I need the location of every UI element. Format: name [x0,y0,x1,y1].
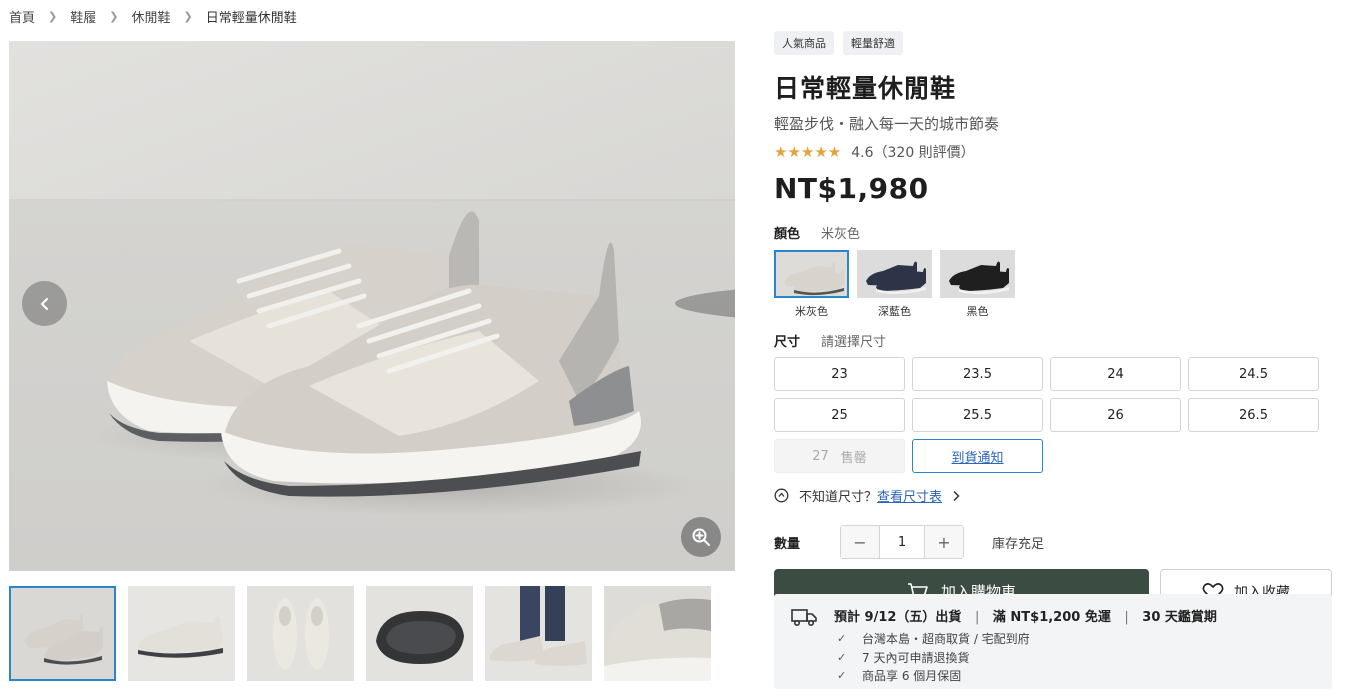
quantity-row: 數量 − 1 + 庫存充足 [774,525,1334,559]
size-option-25[interactable]: 25 [774,398,905,432]
product-tags: 人氣商品 輕量舒適 [774,31,1334,55]
shipping-eta: 預計 9/12（五）出貨 [834,610,962,625]
size-prompt: 請選擇尺寸 [821,335,887,350]
thumbnail-6[interactable] [604,586,711,681]
product-rating[interactable]: ★★★★★ 4.6（320 則評價） [774,142,1334,162]
size-option-27-soldout: 27 售罄 [774,439,905,473]
chevron-left-icon [40,297,48,310]
thumbnail-strip [9,586,711,681]
chevron-right-icon: ❯ [183,10,193,23]
free-shipping-threshold: 滿 NT$1,200 免運 [992,610,1111,625]
size-option-23-5[interactable]: 23.5 [912,357,1043,391]
thumbnail-image [485,586,592,681]
star-rating-icon: ★★★★★ [774,143,842,161]
size-option-25-5[interactable]: 25.5 [912,398,1043,432]
shipping-info-box: 預計 9/12（五）出貨 | 滿 NT$1,200 免運 | 30 天鑑賞期 ✓… [774,594,1332,689]
trial-period: 30 天鑑賞期 [1142,610,1217,625]
truck-icon [791,609,817,627]
shipping-headline: 預計 9/12（五）出貨 | 滿 NT$1,200 免運 | 30 天鑑賞期 [834,606,1217,625]
color-swatch-label: 黑色 [966,305,989,318]
shipping-point-text: 商品享 6 個月保固 [862,669,962,683]
zoom-in-icon [692,528,710,546]
breadcrumb-home[interactable]: 首頁 [9,7,35,26]
color-selected: 米灰色 [821,227,861,242]
product-price: NT$1,980 [774,172,929,205]
color-label: 顏色 [774,227,801,242]
color-swatch-image [940,250,1015,298]
thumbnail-image [247,586,354,681]
help-circle-icon [774,488,789,503]
shipping-divider: | [1124,610,1129,625]
color-options: 米灰色 深藍色 黑色 [774,250,1334,319]
thumbnail-1[interactable] [9,586,116,681]
size-option-24[interactable]: 24 [1050,357,1181,391]
breadcrumb: 首頁 ❯ 鞋履 ❯ 休閒鞋 ❯ 日常輕量休閒鞋 [9,7,297,26]
zoom-button[interactable] [681,517,721,557]
size-option-24-5[interactable]: 24.5 [1188,357,1319,391]
size-option-26[interactable]: 26 [1050,398,1181,432]
quantity-input[interactable]: 1 [879,526,925,558]
thumbnail-3[interactable] [247,586,354,681]
color-swatch-navy[interactable]: 深藍色 [857,250,932,319]
thumbnail-4[interactable] [366,586,473,681]
size-guide-prefix: 不知道尺寸？ [799,490,878,505]
quantity-label: 數量 [774,536,801,552]
list-item: ✓ 7 天內可申請退換貨 [837,649,1030,668]
chevron-right-icon: ❯ [48,10,58,23]
size-label-row: 尺寸 請選擇尺寸 [774,331,1334,350]
thumbnail-2[interactable] [128,586,235,681]
list-item: ✓ 台灣本島・超商取貨 / 宅配到府 [837,630,1030,649]
sneaker-pair-illustration [89,211,699,516]
breadcrumb-casual[interactable]: 休閒鞋 [131,7,170,26]
size-guide-row: 不知道尺寸？ 查看尺寸表 [774,486,1334,505]
rating-text: 4.6（320 則評價） [851,145,975,161]
size-chart-link[interactable]: 查看尺寸表 [877,486,942,505]
size-label: 尺寸 [774,335,801,350]
color-swatch-label: 米灰色 [795,305,828,318]
check-icon: ✓ [837,669,847,682]
color-swatch-black[interactable]: 黑色 [940,250,1015,319]
check-icon: ✓ [837,632,847,645]
size-option-23[interactable]: 23 [774,357,905,391]
prev-image-button[interactable] [22,281,67,326]
list-item: ✓ 商品享 6 個月保固 [837,667,1030,686]
color-label-row: 顏色 米灰色 [774,223,1334,242]
color-swatch-image [857,250,932,298]
size-option-26-5[interactable]: 26.5 [1188,398,1319,432]
thumbnail-image [366,586,473,681]
chevron-right-icon: ❯ [109,10,119,23]
size-grid: 23 23.5 24 24.5 25 25.5 26 26.5 27 售罄 到貨… [774,357,1334,473]
shipping-points: ✓ 台灣本島・超商取貨 / 宅配到府 ✓ 7 天內可申請退換貨 ✓ 商品享 6 個月保… [837,630,1030,686]
color-swatch-beige[interactable]: 米灰色 [774,250,849,319]
restock-notify-button[interactable]: 到貨通知 [912,439,1043,473]
tag-popular: 人氣商品 [774,31,834,55]
thumbnail-image [128,586,235,681]
quantity-stepper: − 1 + [840,525,964,559]
quantity-decrease-button[interactable]: − [841,526,879,558]
soldout-size: 27 [812,448,829,464]
product-title: 日常輕量休閒鞋 [774,74,957,103]
shipping-point-text: 台灣本島・超商取貨 / 宅配到府 [862,632,1030,646]
shipping-divider: | [974,610,980,625]
color-swatch-label: 深藍色 [878,305,911,318]
shipping-point-text: 7 天內可申請退換貨 [862,650,970,665]
thumbnail-image [9,586,116,681]
tag-lightweight: 輕量舒適 [843,31,903,55]
check-icon: ✓ [837,650,847,664]
thumbnail-image [604,586,711,681]
chevron-right-icon[interactable] [951,490,961,502]
quantity-increase-button[interactable]: + [925,526,963,558]
product-info-panel: 人氣商品 輕量舒適 日常輕量休閒鞋 輕盈步伐・融入每一天的城市節奏 ★★★★★ … [774,31,1334,614]
breadcrumb-current: 日常輕量休閒鞋 [205,11,297,26]
main-product-image[interactable] [9,41,735,571]
soldout-label: 售罄 [840,450,867,466]
breadcrumb-shoes[interactable]: 鞋履 [70,7,96,26]
thumbnail-5[interactable] [485,586,592,681]
product-subtitle: 輕盈步伐・融入每一天的城市節奏 [774,115,1000,133]
color-swatch-image [774,250,849,298]
stock-status: 庫存充足 [992,536,1045,552]
